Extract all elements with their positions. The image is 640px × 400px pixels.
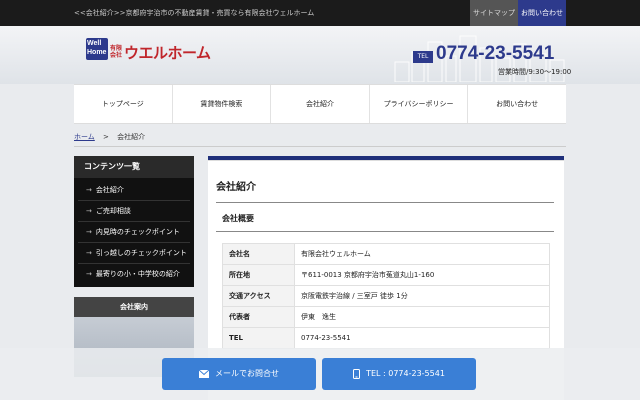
nav-item-rental-search[interactable]: 賃貸物件検索	[171, 85, 271, 123]
section-divider	[216, 231, 554, 232]
sidebar-item-sale-consult[interactable]: → ご売却相談	[78, 201, 190, 222]
breadcrumb-divider	[74, 146, 566, 147]
arrow-right-icon: →	[86, 228, 92, 236]
table-row: 所在地 〒611-0013 京都府宇治市菟道丸山1-160	[222, 264, 550, 286]
sitemap-link[interactable]: サイトマップ	[470, 0, 518, 26]
envelope-icon	[199, 369, 209, 378]
breadcrumb-current: 会社紹介	[117, 133, 146, 141]
sidebar-menu: → 会社紹介 → ご売却相談 → 内見時のチェックポイント → 引っ越しのチェックポイン…	[74, 178, 194, 287]
tel-badge: TEL	[413, 51, 433, 63]
top-bar: <<会社紹介>>京都府宇治市の不動産賃貸・売買なら有限会社ウェルホーム サイトマ…	[0, 0, 640, 26]
business-hours: 営業時間/9:30〜19:00	[498, 68, 572, 76]
logo-company-type: 有限会社	[110, 45, 123, 59]
mobile-phone-icon	[353, 368, 361, 379]
sidebar-item-moving-checkpoints[interactable]: → 引っ越しのチェックポイント	[78, 243, 190, 264]
arrow-right-icon: →	[86, 249, 92, 257]
table-row: 交通アクセス 京阪電鉄宇治線 / 三室戸 徒歩 1分	[222, 285, 550, 307]
sidebar-heading: コンテンツ一覧	[74, 156, 194, 178]
breadcrumb: ホーム > 会社紹介	[74, 132, 145, 142]
header-phone-number[interactable]: 0774-23-5541	[436, 43, 554, 65]
section-title: 会社概要	[222, 214, 254, 223]
site-tagline: <<会社紹介>>京都府宇治市の不動産賃貸・売買なら有限会社ウェルホーム	[74, 9, 315, 17]
breadcrumb-separator: >	[103, 133, 109, 141]
breadcrumb-home-link[interactable]: ホーム	[74, 133, 95, 141]
sidebar-item-viewing-checkpoints[interactable]: → 内見時のチェックポイント	[78, 222, 190, 243]
contact-top-link[interactable]: お問い合わせ	[518, 0, 566, 26]
sidebar-item-company[interactable]: → 会社紹介	[78, 180, 190, 201]
table-row: 代表者 伊東 逸生	[222, 306, 550, 328]
company-info-heading: 会社案内	[74, 297, 194, 317]
arrow-right-icon: →	[86, 270, 92, 278]
fixed-contact-bar	[0, 348, 640, 400]
phone-contact-button[interactable]: TEL : 0774-23-5541	[322, 358, 476, 390]
table-row: TEL 0774-23-5541	[222, 327, 550, 349]
sidebar-item-schools[interactable]: → 最寄りの小・中学校の紹介	[78, 264, 190, 285]
sidebar: コンテンツ一覧 → 会社紹介 → ご売却相談 → 内見時のチェックポイント → 引っ越し…	[74, 156, 194, 377]
page-title: 会社紹介	[216, 182, 256, 193]
logo-mark: Well Home	[86, 38, 108, 60]
nav-item-top[interactable]: トップページ	[74, 85, 172, 123]
nav-item-privacy[interactable]: プライバシーポリシー	[368, 85, 468, 123]
arrow-right-icon: →	[86, 207, 92, 215]
site-logo[interactable]: Well Home 有限会社 ウエルホーム	[86, 38, 216, 62]
company-overview-table: 会社名 有限会社ウェルホーム 所在地 〒611-0013 京都府宇治市菟道丸山1-1…	[222, 243, 550, 349]
title-accent-line	[208, 160, 564, 161]
global-nav: トップページ 賃貸物件検索 会社紹介 プライバシーポリシー お問い合わせ	[74, 84, 566, 124]
arrow-right-icon: →	[86, 186, 92, 194]
title-divider	[216, 202, 554, 203]
table-row: 会社名 有限会社ウェルホーム	[222, 243, 550, 265]
email-contact-button[interactable]: メールでお問合せ	[162, 358, 316, 390]
nav-item-contact[interactable]: お問い合わせ	[467, 85, 566, 123]
nav-item-company[interactable]: 会社紹介	[270, 85, 369, 123]
logo-company-name: ウエルホーム	[124, 44, 211, 62]
